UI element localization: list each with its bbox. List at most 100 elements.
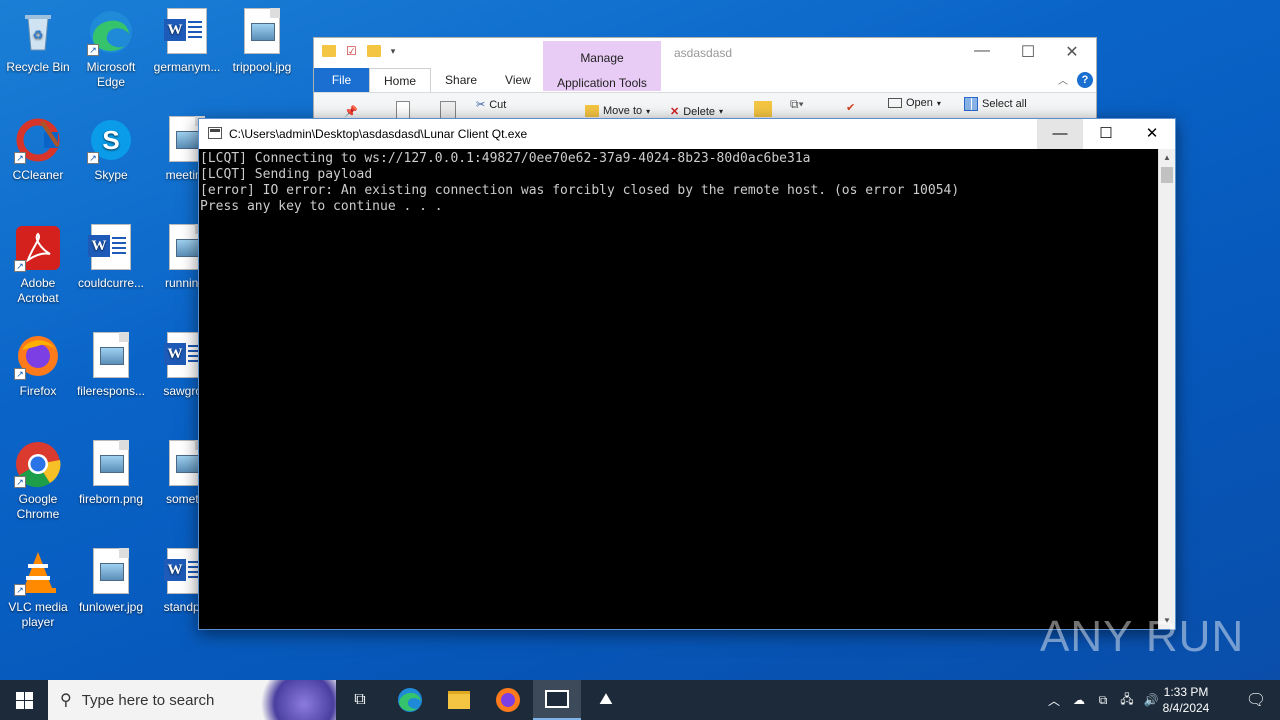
console-line: [LCQT] Connecting to ws://127.0.0.1:4982… [200, 151, 811, 166]
tab-home[interactable]: Home [369, 68, 432, 92]
explorer-titlebar[interactable]: ☑ ▾ Manage Application Tools asdasdasd —… [314, 38, 1096, 91]
taskbar-search-box[interactable]: ⚲ Type here to search [48, 680, 336, 720]
explorer-minimize-button[interactable]: — [960, 42, 1004, 60]
move-to-button[interactable]: Move to ▾ [585, 105, 650, 117]
desktop-icon-recycle-bin[interactable]: ♻ Recycle Bin [0, 8, 76, 75]
taskbar-firefox[interactable] [484, 680, 532, 720]
image-file-icon [87, 332, 135, 380]
select-all-button[interactable]: Select all [964, 97, 1027, 111]
move-to-icon [585, 105, 599, 117]
cut-button[interactable]: ✂ Cut [476, 98, 507, 112]
ribbon-collapse-icon[interactable]: ︿ [1058, 72, 1068, 87]
explorer-title: asdasdasd [674, 46, 733, 60]
console-line: Press any key to continue . . . [200, 199, 443, 214]
desktop-icon-firefox[interactable]: ↗ Firefox [0, 332, 76, 399]
tab-share[interactable]: Share [431, 68, 491, 92]
pin-icon[interactable]: 📌 [344, 105, 358, 118]
desktop-icon-label: Skype [94, 168, 128, 182]
tab-application-tools[interactable]: Application Tools [543, 76, 661, 90]
svg-text:S: S [102, 125, 119, 155]
desktop-icon-label: germanym... [153, 60, 221, 74]
image-file-icon [87, 548, 135, 596]
shortcut-arrow-icon: ↗ [14, 152, 26, 164]
tab-file[interactable]: File [314, 68, 369, 92]
desktop-icon-germanym[interactable]: W germanym... [149, 8, 225, 75]
move-to-label: Move to [603, 105, 643, 117]
console-maximize-button[interactable]: ☐ [1083, 119, 1129, 149]
tab-view[interactable]: View [491, 68, 545, 92]
console-app-icon [208, 127, 222, 139]
desktop-icon-funlower[interactable]: funlower.jpg [73, 548, 149, 615]
console-output[interactable]: [LCQT] Connecting to ws://127.0.0.1:4982… [199, 149, 1158, 629]
svg-text:♻: ♻ [33, 28, 44, 42]
tray-overflow-icon[interactable]: ︿ [1044, 680, 1064, 720]
scissors-icon: ✂ [476, 99, 486, 111]
console-line: [error] IO error: An existing connection… [200, 183, 960, 198]
new-folder-icon[interactable] [366, 45, 381, 57]
desktop-icon-ccleaner[interactable]: ↗ CCleaner [0, 116, 76, 183]
clock-date: 8/4/2024 [1162, 701, 1210, 715]
console-titlebar[interactable]: C:\Users\admin\Desktop\asdasdasd\Lunar C… [199, 119, 1175, 149]
console-minimize-button[interactable]: — [1037, 119, 1083, 149]
scrollbar-thumb[interactable] [1161, 167, 1173, 183]
file-explorer-window[interactable]: ☑ ▾ Manage Application Tools asdasdasd —… [313, 37, 1097, 128]
notification-center-button[interactable]: 🗨 [1232, 680, 1280, 720]
clock-time: 1:33 PM [1163, 685, 1209, 699]
cut-label: Cut [489, 98, 507, 111]
desktop-icon-fireborn[interactable]: fireborn.png [73, 440, 149, 507]
desktop-icon-label: Microsoft Edge [86, 60, 136, 89]
acrobat-icon: ↗ [14, 224, 62, 272]
task-view-button[interactable]: ⧉ [336, 680, 384, 720]
taskbar-edge[interactable] [386, 680, 434, 720]
console-window[interactable]: C:\Users\admin\Desktop\asdasdasd\Lunar C… [198, 118, 1176, 630]
select-all-label: Select all [982, 98, 1027, 110]
taskbar-console[interactable] [533, 680, 581, 720]
desktop-icon-trippool[interactable]: trippool.jpg [224, 8, 300, 75]
select-all-icon [964, 97, 978, 111]
open-button[interactable]: Open ▾ [888, 97, 941, 109]
delete-label: Delete [683, 105, 716, 118]
edge-icon [398, 688, 422, 712]
search-icon: ⚲ [60, 692, 72, 709]
desktop-icon-skype[interactable]: S ↗ Skype [73, 116, 149, 183]
copy-icon[interactable] [396, 101, 410, 119]
desktop-icon-label: fireborn.png [78, 492, 144, 506]
console-close-button[interactable]: ✕ [1129, 119, 1175, 149]
console-line: [LCQT] Sending payload [200, 167, 373, 182]
search-highlight-art [256, 680, 336, 720]
desktop-icon-filerespons[interactable]: filerespons... [73, 332, 149, 399]
start-button[interactable] [0, 680, 48, 720]
delete-button[interactable]: ✕ Delete ▾ [670, 105, 723, 119]
desktop-icon-adobe-acrobat[interactable]: ↗ Adobe Acrobat [0, 224, 76, 306]
desktop-icon-vlc[interactable]: ↗ VLC media player [0, 548, 76, 630]
firefox-icon [496, 688, 520, 712]
onedrive-icon[interactable]: ☁ [1068, 680, 1090, 720]
console-scrollbar[interactable]: ▲ ▼ [1158, 149, 1175, 629]
manage-contextual-tab[interactable]: Manage Application Tools [543, 41, 661, 91]
desktop-icon-label: Recycle Bin [6, 60, 70, 74]
taskbar-lunar-client[interactable]: ⛰ [582, 680, 630, 720]
shortcut-arrow-icon: ↗ [87, 44, 99, 56]
taskbar-clock[interactable]: 1:33 PM 8/4/2024 [1140, 680, 1232, 720]
taskbar-file-explorer[interactable] [435, 680, 483, 720]
scroll-up-icon[interactable]: ▲ [1159, 149, 1175, 166]
shortcut-arrow-icon: ↗ [14, 584, 26, 596]
properties-icon[interactable]: ☑ [346, 44, 357, 58]
new-item-button[interactable]: ⧉▾ [790, 97, 804, 112]
desktop-icon-microsoft-edge[interactable]: ↗ Microsoft Edge [73, 8, 149, 90]
console-title: C:\Users\admin\Desktop\asdasdasd\Lunar C… [229, 127, 528, 141]
desktop-icon-label: Adobe Acrobat [17, 276, 59, 305]
network-adapter-icon[interactable]: ⧉ [1092, 680, 1114, 720]
help-icon[interactable]: ? [1077, 72, 1093, 88]
shortcut-arrow-icon: ↗ [14, 368, 26, 380]
explorer-maximize-button[interactable]: ☐ [1006, 42, 1050, 62]
network-icon[interactable]: 🖧 [1116, 680, 1138, 720]
desktop-icon-couldcurre[interactable]: W couldcurre... [73, 224, 149, 291]
explorer-close-button[interactable]: ✕ [1050, 42, 1094, 62]
task-view-icon: ⧉ [354, 691, 366, 708]
desktop-icon-google-chrome[interactable]: ↗ Google Chrome [0, 440, 76, 522]
properties-button[interactable]: ✔ [846, 101, 855, 114]
qat-dropdown-icon[interactable]: ▾ [391, 46, 396, 57]
new-folder-button[interactable] [754, 101, 772, 117]
recycle-bin-icon: ♻ [14, 8, 62, 56]
